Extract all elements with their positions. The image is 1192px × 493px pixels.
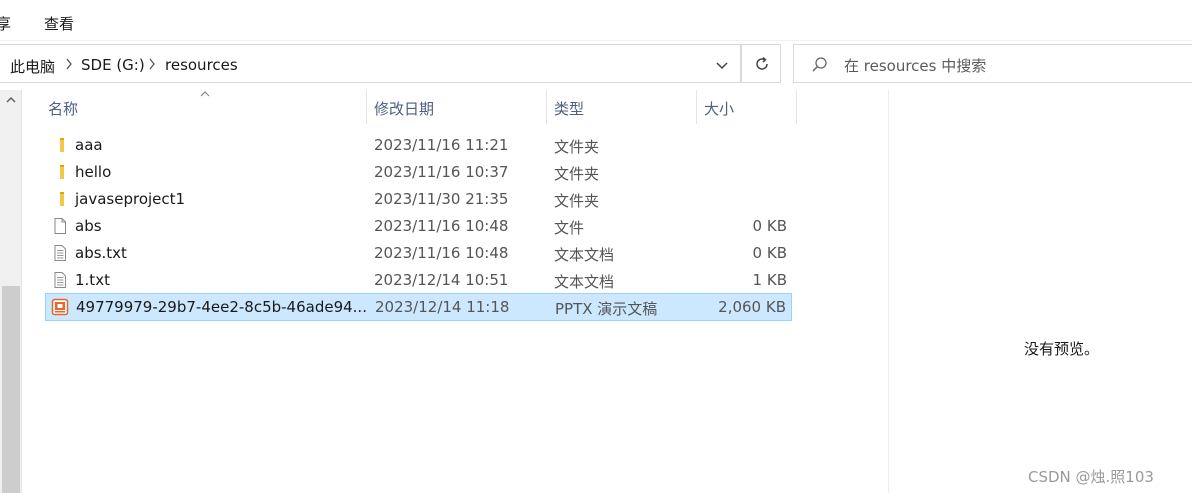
- file-type: 文件夹: [554, 192, 600, 210]
- ribbon-tab-share[interactable]: 享: [0, 13, 11, 34]
- file-row-selected[interactable]: 49779979-29b7-4ee2-8c5b-46ade94... 2023/…: [45, 293, 792, 321]
- search-input[interactable]: 在 resources 中搜索: [793, 44, 1192, 83]
- file-name: 1.txt: [75, 271, 110, 289]
- file-icon: [54, 218, 66, 234]
- column-header-date[interactable]: 修改日期: [374, 98, 434, 119]
- address-bar[interactable]: 此电脑 SDE (G:) resources: [0, 44, 741, 83]
- file-date: 2023/11/16 10:48: [374, 217, 509, 235]
- ribbon-tab-view[interactable]: 查看: [44, 13, 74, 34]
- text-file-icon: [54, 245, 66, 261]
- file-type: PPTX 演示文稿: [555, 300, 658, 318]
- column-header-row: 名称 修改日期 类型 大小: [22, 90, 798, 124]
- pptx-file-icon: [51, 298, 69, 316]
- refresh-icon: [756, 56, 768, 70]
- column-divider[interactable]: [796, 90, 797, 124]
- file-date: 2023/11/16 10:37: [374, 163, 509, 181]
- file-row[interactable]: abs.txt 2023/11/16 10:48 文本文档 0 KB: [45, 240, 792, 267]
- search-icon: [812, 57, 827, 72]
- column-header-type[interactable]: 类型: [554, 98, 584, 119]
- file-date: 2023/11/16 10:48: [374, 244, 509, 262]
- file-date: 2023/12/14 11:18: [375, 298, 510, 316]
- file-type: 文本文档: [554, 273, 615, 291]
- file-date: 2023/11/16 11:21: [374, 136, 509, 154]
- folder-icon: [60, 165, 64, 179]
- preview-empty-message: 没有预览。: [1024, 340, 1100, 358]
- file-row[interactable]: hello 2023/11/16 10:37 文件夹: [45, 159, 792, 186]
- chevron-down-icon[interactable]: [712, 55, 732, 75]
- column-divider[interactable]: [546, 90, 547, 124]
- column-header-size[interactable]: 大小: [704, 98, 734, 119]
- file-row[interactable]: javaseproject1 2023/11/30 21:35 文件夹: [45, 186, 792, 213]
- file-date: 2023/11/30 21:35: [374, 190, 509, 208]
- column-header-name[interactable]: 名称: [48, 98, 78, 119]
- file-type: 文件夹: [554, 138, 600, 156]
- file-name: hello: [75, 163, 112, 181]
- file-name: abs.txt: [75, 244, 127, 262]
- file-row[interactable]: 1.txt 2023/12/14 10:51 文本文档 1 KB: [45, 267, 792, 294]
- file-type: 文件夹: [554, 165, 600, 183]
- folder-icon: [60, 192, 64, 206]
- vertical-scrollbar[interactable]: [0, 90, 22, 493]
- file-size: 2,060 KB: [718, 298, 786, 316]
- chevron-right-icon[interactable]: [64, 56, 74, 72]
- preview-pane-divider[interactable]: [888, 90, 889, 493]
- breadcrumb-drive[interactable]: SDE (G:): [81, 56, 145, 74]
- file-name: aaa: [75, 136, 103, 154]
- scrollbar-thumb[interactable]: [2, 286, 20, 493]
- file-size: 0 KB: [752, 217, 787, 235]
- file-name: abs: [75, 217, 102, 235]
- column-divider[interactable]: [366, 90, 367, 124]
- folder-icon: [60, 138, 64, 152]
- search-placeholder: 在 resources 中搜索: [844, 57, 987, 75]
- file-size: 0 KB: [752, 244, 787, 262]
- file-row[interactable]: abs 2023/11/16 10:48 文件 0 KB: [45, 213, 792, 240]
- column-divider[interactable]: [696, 90, 697, 124]
- text-file-icon: [54, 272, 66, 288]
- scroll-up-icon[interactable]: [5, 94, 17, 106]
- watermark: CSDN @烛.照103: [1028, 468, 1154, 486]
- refresh-button[interactable]: [741, 44, 781, 83]
- breadcrumb-resources[interactable]: resources: [165, 56, 238, 74]
- breadcrumb-this-pc[interactable]: 此电脑: [10, 56, 55, 77]
- sort-ascending-icon: [200, 91, 210, 97]
- file-type: 文本文档: [554, 246, 615, 264]
- file-name: javaseproject1: [75, 190, 186, 208]
- ribbon: 享 查看: [0, 0, 1192, 41]
- file-size: 1 KB: [752, 271, 787, 289]
- file-name: 49779979-29b7-4ee2-8c5b-46ade94...: [76, 298, 367, 316]
- file-date: 2023/12/14 10:51: [374, 271, 509, 289]
- file-type: 文件: [554, 219, 585, 237]
- chevron-right-icon[interactable]: [147, 56, 157, 72]
- file-row[interactable]: aaa 2023/11/16 11:21 文件夹: [45, 132, 792, 159]
